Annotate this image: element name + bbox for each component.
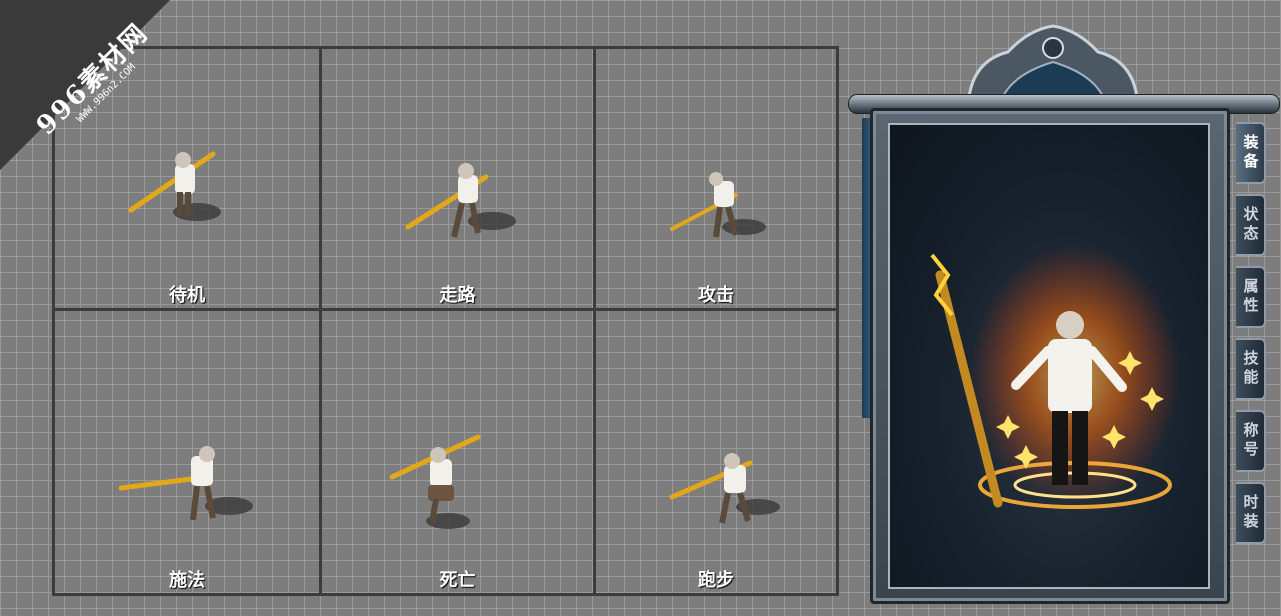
anim-cell-attack[interactable]: 攻击: [596, 49, 836, 311]
animation-grid: 待机 走路 攻击 施法 死亡 跑步: [52, 46, 839, 596]
tab-fashion[interactable]: 时装: [1236, 482, 1266, 544]
character-preview: [888, 123, 1210, 589]
anim-label: 走路: [439, 285, 476, 306]
anim-cell-run[interactable]: 跑步: [596, 311, 836, 596]
anim-label: 死亡: [439, 570, 476, 591]
tab-skills[interactable]: 技能: [1236, 338, 1266, 400]
walk-sprite: [405, 163, 516, 238]
death-sprite: [389, 434, 481, 529]
anim-label: 攻击: [698, 285, 734, 306]
tab-attributes[interactable]: 属性: [1236, 266, 1266, 328]
anim-label: 跑步: [698, 570, 734, 591]
anim-cell-death[interactable]: 死亡: [322, 311, 596, 596]
character-model: [930, 245, 1180, 509]
anim-cell-walk[interactable]: 走路: [322, 49, 596, 311]
cast-sprite: [118, 446, 253, 521]
anim-label: 待机: [169, 285, 205, 306]
tab-equipment[interactable]: 装备: [1236, 122, 1266, 184]
tab-titles[interactable]: 称号: [1236, 410, 1266, 472]
run-sprite: [669, 453, 780, 524]
character-panel: 装备 状态 属性 技能 称号 时装: [848, 22, 1280, 607]
anim-cell-cast[interactable]: 施法: [55, 311, 322, 596]
tab-status[interactable]: 状态: [1236, 194, 1266, 256]
idle-sprite: [128, 151, 221, 221]
panel-frame: [870, 108, 1230, 604]
anim-label: 施法: [169, 570, 205, 591]
attack-sprite: [670, 172, 766, 238]
